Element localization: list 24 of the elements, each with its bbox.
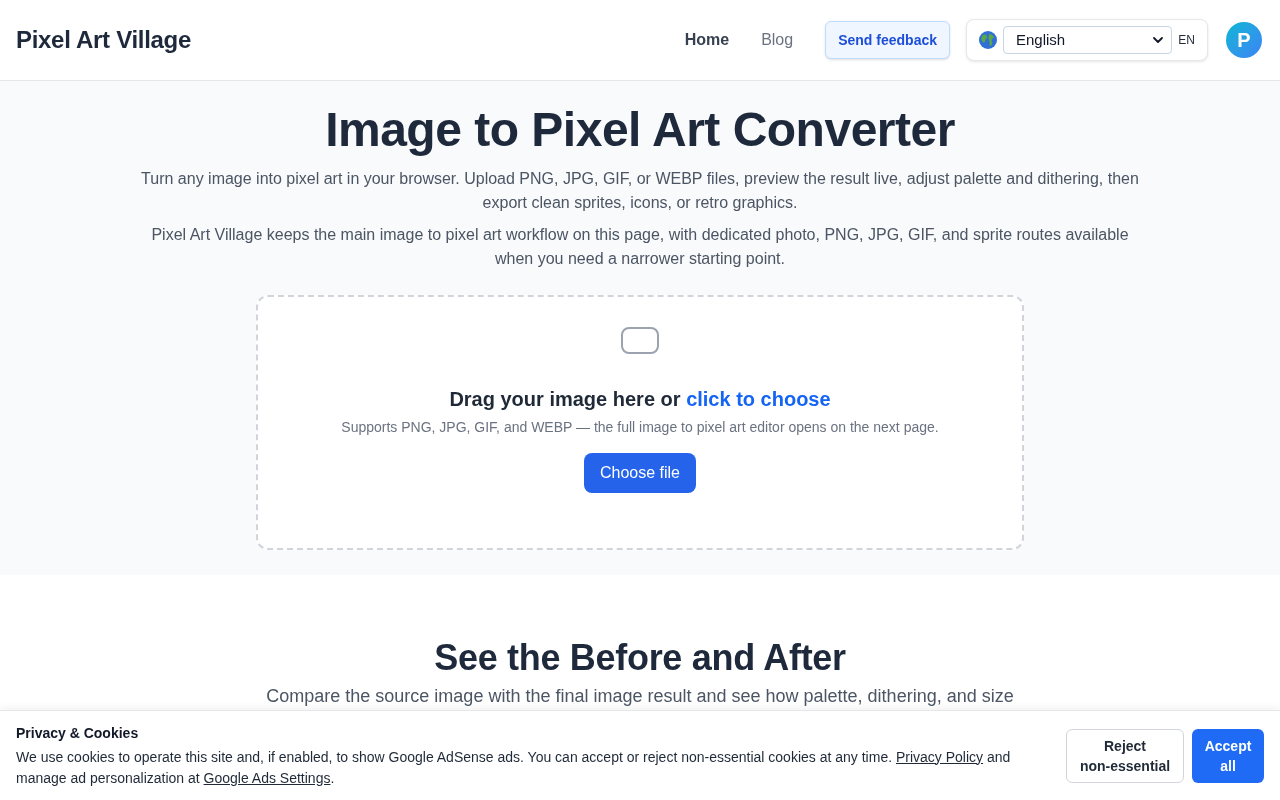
nav-link[interactable]: Blog — [761, 28, 794, 52]
dropzone-prompt: Drag your image here or click to choose — [449, 387, 831, 412]
feedback-button[interactable]: Send feedback — [825, 21, 950, 59]
globe-icon — [979, 31, 997, 49]
nav-link[interactable]: Home — [684, 28, 730, 52]
page-title: Image to Pixel Art Converter — [325, 102, 955, 158]
section-title: See the Before and After — [434, 638, 846, 678]
site-logo[interactable]: Pixel Art Village — [16, 22, 191, 58]
cookie-link[interactable]: Privacy Policy — [895, 748, 984, 765]
intro-paragraph: Pixel Art Village keeps the main image to pixel art workflow on this page, with dedicated photo, PNG, JPG, GIF, and sprite routes available when you need a narrower starting point. — [150, 225, 1130, 269]
section-intro: Compare the source image with the final image result and see how palette, dithering, and size — [266, 685, 1014, 708]
rounded-frame-icon — [621, 327, 659, 354]
choose-file-button[interactable]: Choose file — [583, 453, 696, 493]
language-code: EN — [1178, 32, 1195, 49]
chevron-down-icon — [1153, 37, 1164, 43]
intro-paragraph: Turn any image into pixel art in your browser. Upload PNG, JPG, GIF, or WEBP files, preview the result live, adjust palette and dithering, then export clean sprites, icons, or retro graphics. — [140, 169, 1140, 213]
choose-link[interactable]: click to choose — [686, 388, 831, 410]
cookie-text: We use cookies to operate this site and, if enabled, to show Google AdSense ads. You can accept or reject non-essential cookies at any time. Privacy Policy and manage ad personalization at Google Ads Settings. — [16, 747, 1012, 788]
upload-dropzone[interactable]: Drag your image here or click to choose Supports PNG, JPG, GIF, and WEBP — the full image to pixel art editor opens on the next page. Choose file — [256, 295, 1024, 550]
language-select[interactable]: English — [1003, 26, 1173, 54]
dropzone-hint: Supports PNG, JPG, GIF, and WEBP — the full image to pixel art editor opens on the next page. — [341, 418, 939, 437]
cookie-title: Privacy & Cookies — [16, 723, 140, 743]
accept-button[interactable]: Accept all — [1192, 728, 1264, 783]
reject-button[interactable]: Reject non-essential — [1066, 728, 1184, 783]
